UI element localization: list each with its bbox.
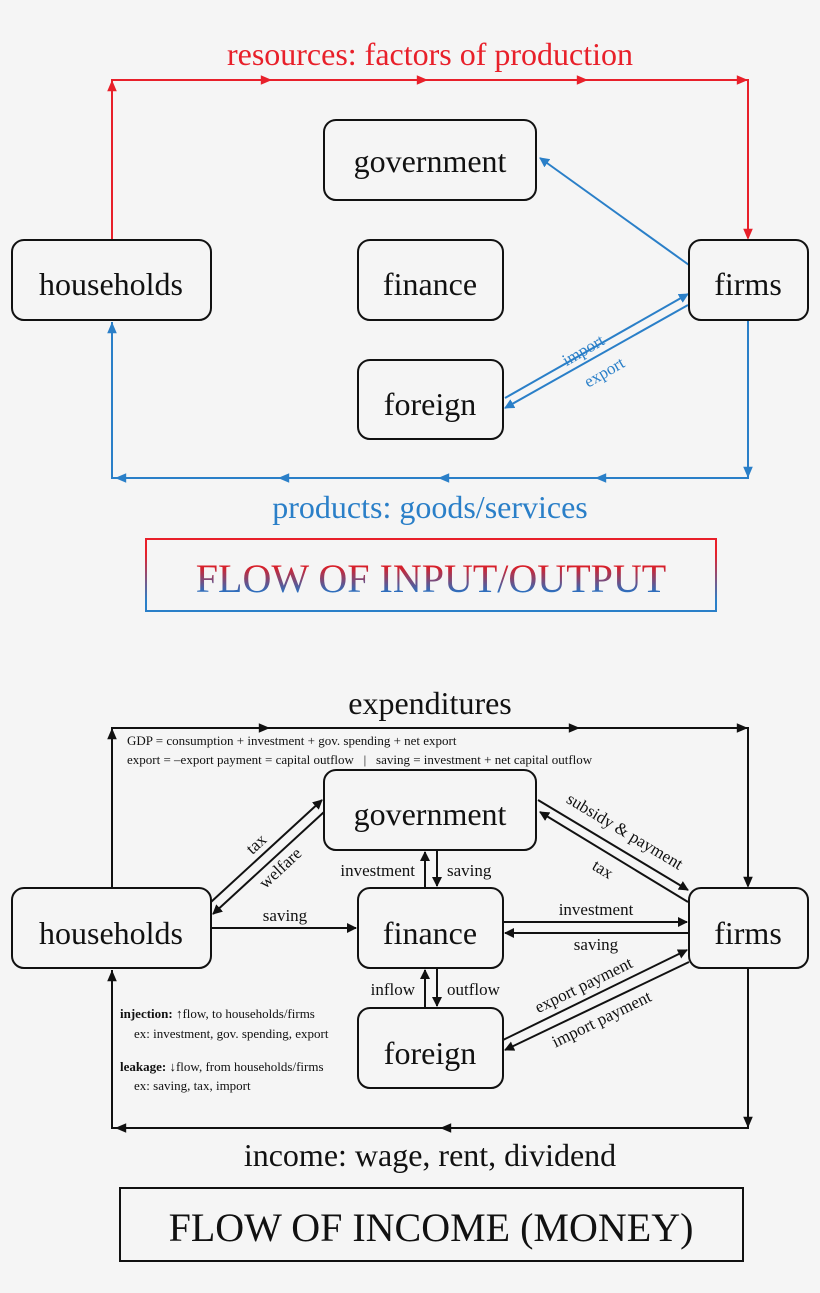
arrowhead [576, 75, 588, 85]
firm-saving-label: saving [574, 935, 619, 954]
node-label: finance [383, 915, 477, 951]
node-firms: firms [688, 239, 809, 321]
investment-gov-label: investment [340, 861, 415, 880]
export-note: export = –export payment = capital outfl… [127, 752, 593, 767]
tax-label: tax [242, 830, 271, 858]
arrowhead [260, 75, 272, 85]
node-foreign: foreign [357, 1007, 504, 1089]
arrowhead [743, 1116, 753, 1128]
node-label: government [354, 796, 507, 832]
arrowhead [107, 970, 117, 982]
arrowhead [107, 80, 117, 92]
income-title: FLOW OF INCOME (MONEY) [169, 1205, 694, 1250]
node-label: foreign [384, 386, 476, 422]
node-label: households [39, 266, 183, 302]
arrowhead [115, 1123, 127, 1133]
income-label: income: wage, rent, dividend [244, 1137, 616, 1173]
input-output-diagram: resources: factors of production product… [11, 36, 809, 612]
household-saving-label: saving [263, 906, 308, 925]
export-arrow [504, 304, 689, 409]
node-label: households [39, 915, 183, 951]
resources-label: resources: factors of production [227, 36, 633, 72]
firm-tax-label: tax [589, 856, 617, 883]
node-firms: firms [688, 887, 809, 969]
saving-gov-label: saving [447, 861, 492, 880]
arrowhead [258, 723, 270, 733]
gdp-note: GDP = consumption + investment + gov. sp… [127, 733, 457, 748]
input-output-title: FLOW OF INPUT/OUTPUT [196, 556, 666, 601]
export-label: export [581, 353, 628, 391]
node-label: firms [714, 266, 782, 302]
node-government: government [323, 769, 537, 851]
arrowhead [440, 1123, 452, 1133]
node-label: foreign [384, 1035, 476, 1071]
firm-investment-label: investment [559, 900, 634, 919]
svg-text:leakage: ↓flow, from household: leakage: ↓flow, from households/firms [120, 1059, 324, 1074]
node-label: government [354, 143, 507, 179]
arrowhead [416, 75, 428, 85]
node-finance: finance [357, 239, 504, 321]
injection-example: ex: investment, gov. spending, export [134, 1026, 329, 1041]
welfare-arrow [212, 811, 325, 915]
arrowhead [736, 75, 748, 85]
node-foreign: foreign [357, 359, 504, 440]
subsidy-label: subsidy & payment [563, 789, 686, 874]
node-households: households [11, 887, 212, 969]
inflow-label: inflow [371, 980, 416, 999]
node-label: firms [714, 915, 782, 951]
arrowhead [107, 728, 117, 740]
svg-text:injection: ↑flow, to household: injection: ↑flow, to households/firms [120, 1006, 315, 1021]
leakage-term: leakage: [120, 1059, 166, 1074]
node-label: finance [383, 266, 477, 302]
outflow-label: outflow [447, 980, 501, 999]
arrowhead [736, 723, 748, 733]
arrowhead [743, 228, 753, 240]
products-label: products: goods/services [272, 489, 588, 525]
arrowhead [568, 723, 580, 733]
income-diagram: expenditures GDP = consumption + investm… [11, 685, 809, 1262]
injection-term: injection: [120, 1006, 173, 1021]
leakage-example: ex: saving, tax, import [134, 1078, 251, 1093]
leakage-desc: ↓flow, from households/firms [169, 1059, 323, 1074]
injection-desc: ↑flow, to households/firms [176, 1006, 315, 1021]
circular-flow-diagram: resources: factors of production product… [11, 36, 809, 1262]
expenditures-label: expenditures [348, 685, 512, 721]
firms-to-government-arrow [539, 157, 690, 266]
node-households: households [11, 239, 212, 321]
injection-leakage-legend: injection: ↑flow, to households/firms ex… [120, 1006, 329, 1093]
node-finance: finance [357, 887, 504, 969]
node-government: government [323, 119, 537, 201]
arrowhead [743, 876, 753, 888]
